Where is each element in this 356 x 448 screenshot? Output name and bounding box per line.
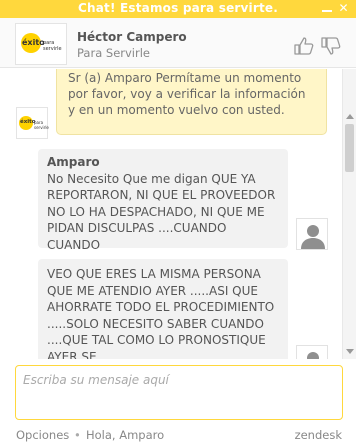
brand-link[interactable]: zendesk — [295, 428, 342, 442]
agent-name: Héctor Campero — [77, 30, 187, 44]
greeting-text: Hola, Amparo — [86, 428, 165, 442]
chat-footer: Opciones • Hola, Amparo zendesk — [0, 427, 356, 443]
scroll-up-icon[interactable] — [346, 114, 354, 119]
logo-word: éxito — [22, 38, 45, 47]
user-name: Amparo — [47, 155, 100, 169]
options-menu[interactable]: Opciones — [16, 428, 69, 442]
user-avatar-icon — [296, 345, 328, 359]
user-avatar-icon — [296, 218, 328, 250]
logo-tagline: para servirle — [34, 120, 49, 130]
scroll-down-icon[interactable] — [346, 349, 354, 354]
agent-subtitle: Para Servirle — [77, 46, 150, 60]
chat-log[interactable]: Sr (a) Amparo Permítame un momento por f… — [0, 69, 356, 359]
minimize-icon[interactable] — [321, 2, 333, 14]
agent-avatar-small: éxito para servirle — [16, 107, 49, 139]
agent-message: Sr (a) Amparo Permítame un momento por f… — [56, 69, 327, 135]
thumbs-down-icon[interactable] — [321, 37, 341, 55]
thumbs-up-icon[interactable] — [294, 37, 314, 55]
scroll-thumb[interactable] — [345, 124, 354, 172]
logo-tagline: para servirle — [43, 40, 62, 52]
user-message-text: No Necesito Que me digan QUE YA REPORTAR… — [47, 171, 276, 252]
message-composer[interactable] — [15, 365, 343, 420]
footer-separator: • — [74, 428, 81, 442]
chat-title: Chat! Estamos para servirte. — [77, 1, 279, 15]
message-input[interactable] — [23, 373, 335, 413]
user-message: Amparo No Necesito Que me digan QUE YA R… — [38, 149, 288, 252]
user-message-text: VEO QUE ERES LA MISMA PERSONA QUE ME ATE… — [47, 267, 275, 359]
user-message: VEO QUE ERES LA MISMA PERSONA QUE ME ATE… — [38, 259, 288, 359]
chat-scrollbar[interactable] — [342, 69, 356, 359]
agent-header: éxito para servirle Héctor Campero Para … — [0, 18, 356, 68]
agent-avatar: éxito para servirle — [15, 23, 67, 65]
close-icon[interactable]: ✕ — [337, 1, 350, 15]
chat-title-bar[interactable]: Chat! Estamos para servirte. ✕ — [0, 0, 356, 18]
